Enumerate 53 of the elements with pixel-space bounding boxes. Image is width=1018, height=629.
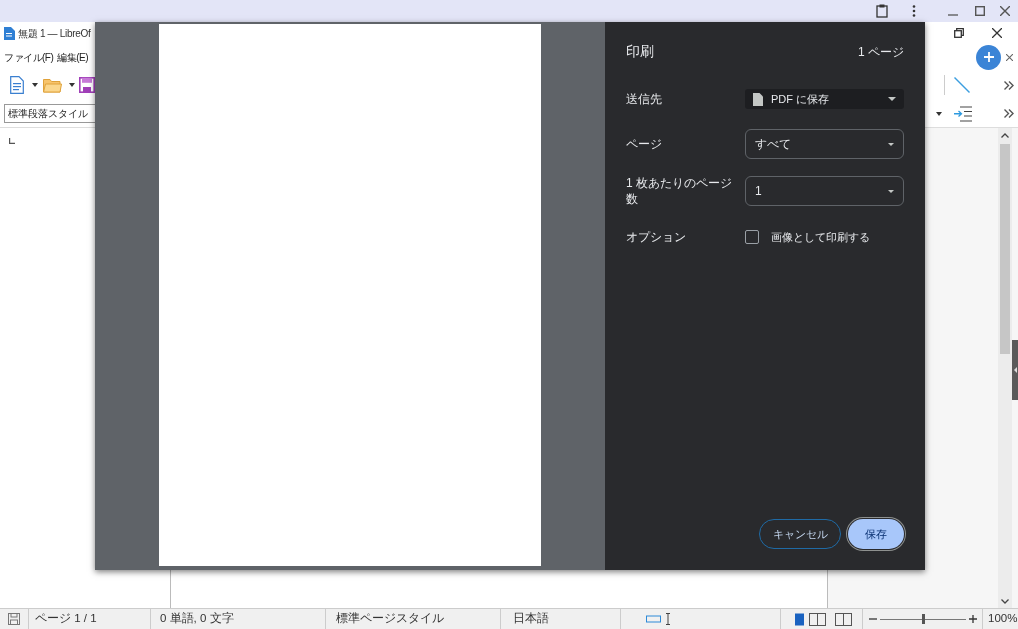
maximize-icon[interactable] xyxy=(975,6,985,16)
page-indicator: ページ 1 / 1 xyxy=(35,611,97,627)
setting-label: 1 枚あたりのページ数 xyxy=(626,175,733,207)
restore-icon[interactable] xyxy=(954,28,964,38)
dropdown-caret-icon[interactable] xyxy=(936,111,942,116)
language: 日本語 xyxy=(513,611,549,627)
zoom-out-icon[interactable] xyxy=(869,615,877,623)
checkbox[interactable] xyxy=(745,230,759,245)
dropdown-caret-icon[interactable] xyxy=(69,83,75,87)
scrollbar-thumb[interactable] xyxy=(1000,144,1010,354)
menu-item[interactable]: ファイル(F) xyxy=(4,49,54,65)
selection-mode-icon[interactable] xyxy=(646,613,672,625)
word-count: 0 単語, 0 文字 xyxy=(160,611,234,627)
add-button[interactable] xyxy=(976,44,1001,70)
text-boundary-mark-icon xyxy=(9,138,15,144)
zoom-slider-thumb[interactable] xyxy=(921,614,925,624)
setting-label: 送信先 xyxy=(626,91,663,107)
file-icon xyxy=(753,92,763,106)
checkbox-label: 画像として印刷する xyxy=(771,230,870,245)
new-document-icon[interactable] xyxy=(10,76,24,94)
document-saved-icon[interactable] xyxy=(8,613,20,625)
dropdown-caret-icon xyxy=(888,189,894,193)
more-tools-icon[interactable] xyxy=(1004,80,1014,90)
page-view-icon[interactable] xyxy=(795,612,855,626)
sidebar-handle[interactable] xyxy=(1012,340,1018,400)
scroll-down-icon[interactable] xyxy=(1001,599,1009,604)
setting-label: ページ xyxy=(626,136,663,152)
destination-select[interactable]: PDF に保存 xyxy=(745,89,904,109)
page-count: 1 ページ xyxy=(858,43,904,61)
save-button[interactable]: 保存 xyxy=(848,519,904,549)
document-icon xyxy=(4,26,15,40)
zoom-slider[interactable] xyxy=(880,614,966,624)
more-options-icon[interactable] xyxy=(912,5,916,17)
dialog-title: 印刷 xyxy=(626,42,654,61)
close-icon[interactable] xyxy=(992,28,1002,38)
vertical-scrollbar[interactable] xyxy=(998,128,1012,608)
select-field[interactable]: 1 xyxy=(745,176,904,206)
zoom-level[interactable]: 100% xyxy=(988,610,1018,628)
more-tools-icon[interactable] xyxy=(1004,109,1014,118)
clipboard-icon[interactable] xyxy=(876,4,888,18)
menu-item[interactable]: 編集(E) xyxy=(57,49,89,65)
window-title: 無題 1 — LibreOf xyxy=(18,26,91,41)
indent-icon[interactable] xyxy=(954,105,972,122)
zoom-in-icon[interactable] xyxy=(969,615,977,623)
close-icon[interactable] xyxy=(1000,6,1010,16)
dropdown-caret-icon[interactable] xyxy=(32,83,38,87)
scroll-up-icon[interactable] xyxy=(1001,133,1009,138)
page-style: 標準ページスタイル xyxy=(336,611,444,627)
select-field[interactable]: すべて xyxy=(745,129,904,159)
dropdown-caret-icon xyxy=(888,142,894,146)
setting-label: オプション xyxy=(626,229,687,246)
plus-icon xyxy=(983,52,994,62)
line-icon[interactable] xyxy=(954,77,970,93)
